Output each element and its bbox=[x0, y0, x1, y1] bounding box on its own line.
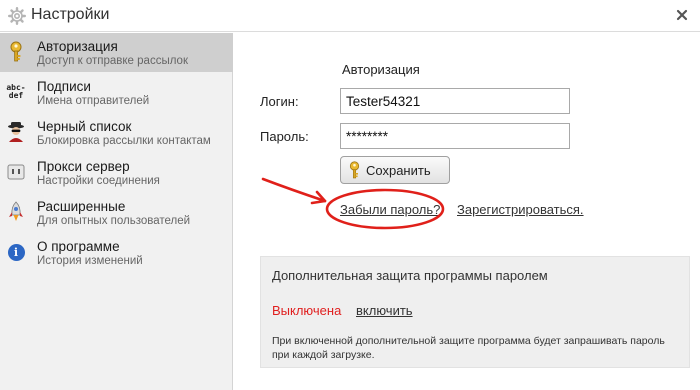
sidebar-item-description: Настройки соединения bbox=[37, 175, 160, 187]
title-bar: Настройки bbox=[0, 0, 700, 32]
login-label: Логин: bbox=[260, 94, 299, 109]
sidebar-item-label: Черный список bbox=[37, 119, 132, 134]
sidebar-item-label: О программе bbox=[37, 239, 120, 254]
password-input[interactable] bbox=[340, 123, 570, 149]
sidebar-item-signatures[interactable]: abc- def Подписи Имена отправителей bbox=[0, 73, 233, 112]
login-input[interactable] bbox=[340, 88, 570, 114]
key-icon bbox=[6, 41, 26, 63]
sidebar-item-label: Прокси сервер bbox=[37, 159, 130, 174]
socket-icon bbox=[6, 161, 26, 183]
sidebar-item-description: Блокировка рассылки контактам bbox=[37, 135, 211, 147]
info-icon-glyph: i bbox=[7, 243, 25, 261]
protection-note: При включенной дополнительной защите про… bbox=[272, 335, 665, 361]
authorization-panel: Авторизация Логин: Пароль: Сохранить Заб… bbox=[234, 33, 700, 390]
sidebar-item-description: История изменений bbox=[37, 255, 143, 267]
password-label: Пароль: bbox=[260, 129, 309, 144]
window-title: Настройки bbox=[31, 6, 110, 23]
settings-sidebar: Авторизация Доступ к отправке рассылок a… bbox=[0, 33, 233, 390]
abc-def-icon: abc- def bbox=[6, 81, 26, 103]
close-icon[interactable] bbox=[674, 7, 690, 23]
sidebar-item-about[interactable]: i О программе История изменений bbox=[0, 233, 233, 272]
rocket-icon bbox=[6, 201, 26, 223]
auth-heading: Авторизация bbox=[342, 62, 420, 77]
sidebar-item-proxy[interactable]: Прокси сервер Настройки соединения bbox=[0, 153, 233, 192]
sidebar-item-label: Авторизация bbox=[37, 39, 118, 54]
sidebar-item-authorization[interactable]: Авторизация Доступ к отправке рассылок bbox=[0, 33, 233, 72]
register-link[interactable]: Зарегистрироваться. bbox=[457, 202, 584, 217]
sidebar-item-label: Подписи bbox=[37, 79, 91, 94]
save-button-label: Сохранить bbox=[366, 162, 431, 178]
gear-icon bbox=[8, 7, 26, 25]
info-icon: i bbox=[6, 241, 26, 263]
sidebar-item-blacklist[interactable]: Черный список Блокировка рассылки контак… bbox=[0, 113, 233, 152]
forgot-password-link[interactable]: Забыли пароль? bbox=[340, 202, 440, 217]
password-protection-box: Дополнительная защита программы паролем … bbox=[260, 256, 690, 368]
sidebar-item-description: Имена отправителей bbox=[37, 95, 150, 107]
spy-icon bbox=[6, 121, 26, 143]
sidebar-item-description: Доступ к отправке рассылок bbox=[37, 55, 188, 67]
enable-protection-link[interactable]: включить bbox=[356, 303, 413, 318]
sidebar-item-description: Для опытных пользователей bbox=[37, 215, 191, 227]
key-icon bbox=[349, 161, 360, 179]
abc-def-icon-line-2: def bbox=[8, 91, 24, 100]
save-button[interactable]: Сохранить bbox=[340, 156, 450, 184]
protection-title: Дополнительная защита программы паролем bbox=[272, 268, 548, 283]
protection-status: Выключена bbox=[272, 303, 342, 318]
sidebar-item-label: Расширенные bbox=[37, 199, 126, 214]
sidebar-item-advanced[interactable]: Расширенные Для опытных пользователей bbox=[0, 193, 233, 232]
